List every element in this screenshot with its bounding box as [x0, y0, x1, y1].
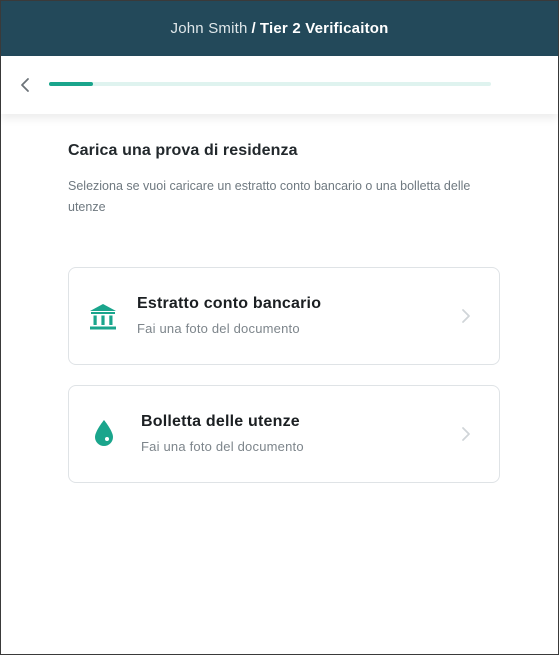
option-bank-statement[interactable]: Estratto conto bancario Fai una foto del…: [68, 267, 500, 365]
progress-header: [1, 56, 558, 114]
option-utility-bill[interactable]: Bolletta delle utenze Fai una foto del d…: [68, 385, 500, 483]
option-title: Bolletta delle utenze: [141, 413, 300, 430]
option-subtitle: Fai una foto del documento: [137, 321, 300, 336]
header-separator: /: [251, 20, 256, 37]
page-subtitle: Seleziona se vuoi caricare un estratto c…: [68, 179, 471, 214]
option-subtitle: Fai una foto del documento: [141, 439, 304, 454]
option-title: Estratto conto bancario: [137, 295, 322, 312]
back-button[interactable]: [18, 76, 32, 94]
progress-bar: [49, 82, 491, 86]
water-drop-icon: [93, 419, 115, 447]
main-content: Carica una prova di residenza Seleziona …: [68, 142, 500, 218]
chevron-right-icon: [459, 424, 473, 444]
verification-tier-label: Tier 2 Verificaiton: [259, 20, 389, 37]
user-name: John Smith: [170, 20, 248, 37]
top-bar: John Smith / Tier 2 Verificaiton: [1, 1, 558, 56]
progress-bar-fill: [49, 82, 94, 86]
chevron-right-icon: [459, 306, 473, 326]
bank-icon: [88, 302, 118, 332]
chevron-left-icon: [21, 78, 29, 92]
page-title: Carica una prova di residenza: [68, 142, 298, 159]
